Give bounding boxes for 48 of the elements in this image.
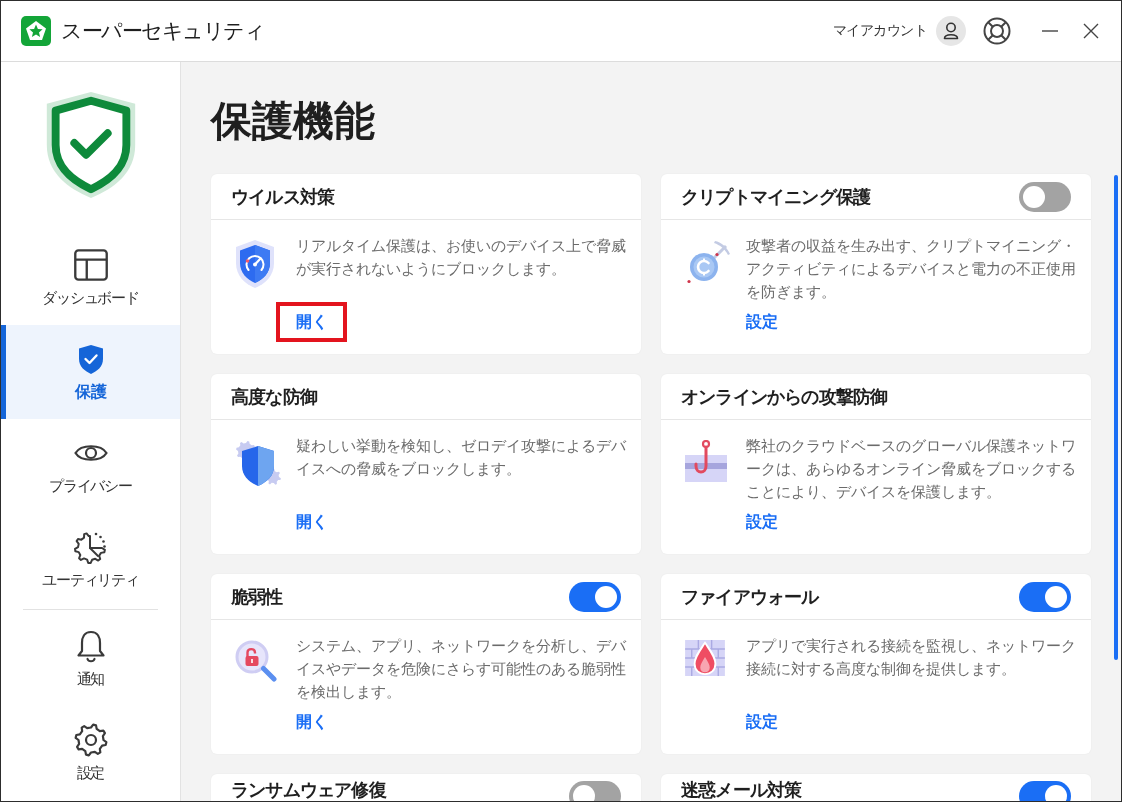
flame-wall-icon	[685, 640, 725, 676]
card-title: ウイルス対策	[231, 187, 335, 206]
card-link[interactable]: 設定	[746, 712, 778, 732]
magnifier-lock-icon	[235, 640, 277, 682]
coin-pickaxe-icon	[685, 240, 731, 284]
card-description: リアルタイム保護は、お使いのデバイス上で脅威が実行されないようにブロックします。	[296, 236, 626, 279]
close-icon[interactable]	[1083, 23, 1099, 39]
dashboard-icon	[73, 249, 108, 281]
sidebar-item[interactable]: ユーティリティ	[1, 513, 180, 607]
help-icon[interactable]	[983, 17, 1011, 45]
scrollbar-thumb[interactable]	[1114, 175, 1118, 660]
card-description: アプリで実行される接続を監視し、ネットワーク接続に対する高度な制御を提供します。	[746, 636, 1076, 679]
card-link[interactable]: 開く	[296, 712, 328, 732]
card-description: 疑わしい挙動を検知し、ゼロデイ攻撃によるデバイスへの脅威をブロックします。	[296, 436, 626, 479]
card-title: ランサムウェア修復	[231, 781, 386, 799]
card-title: ファイアウォール	[681, 587, 819, 606]
shield-gears-icon	[235, 440, 281, 486]
card-description: システム、アプリ、ネットワークを分析し、デバイスやデータを危険にさらす可能性のある脆弱性を検出します。	[296, 636, 626, 702]
avatar-icon	[936, 16, 966, 46]
sidebar-item[interactable]: ダッシュボード	[1, 231, 180, 325]
card-link[interactable]: 設定	[746, 312, 778, 332]
gear-clock-icon	[73, 530, 108, 564]
shield-gauge-icon	[235, 240, 275, 288]
card-title: 迷惑メール対策	[681, 781, 802, 799]
card-description: 弊社のクラウドベースのグローバル保護ネットワークは、あらゆるオンライン脅威をブロックすることにより、デバイスを保護します。	[746, 436, 1076, 502]
hook-icon	[685, 440, 727, 482]
settings-icon	[73, 723, 108, 757]
card-title: 高度な防御	[231, 387, 317, 406]
card-title: クリプトマイニング保護	[681, 187, 871, 206]
card-title: 脆弱性	[231, 587, 283, 606]
toggle-switch[interactable]	[1019, 581, 1071, 612]
bell-icon	[75, 629, 106, 663]
window-title: スーパーセキュリティ	[61, 18, 264, 44]
account-button[interactable]: マイアカウント	[832, 16, 966, 46]
shield-check-icon	[76, 343, 105, 375]
sidebar-item[interactable]: 設定	[1, 706, 180, 800]
card-title: オンラインからの攻撃防御	[681, 387, 888, 406]
card-link[interactable]: 設定	[746, 512, 778, 532]
card-link[interactable]: 開く	[296, 312, 328, 332]
card-link[interactable]: 開く	[296, 512, 328, 532]
sidebar-item[interactable]: 保護	[1, 325, 180, 419]
toggle-switch[interactable]	[1019, 181, 1071, 212]
star-logo-icon	[21, 16, 51, 46]
page-title: 保護機能	[211, 97, 375, 146]
sidebar-item[interactable]: 通知	[1, 612, 180, 706]
toggle-switch[interactable]	[569, 581, 621, 612]
sidebar-item[interactable]: プライバシー	[1, 419, 180, 513]
card-description: 攻撃者の収益を生み出す、クリプトマイニング・アクティビティによるデバイスと電力の不正使用を防ぎます。	[746, 236, 1076, 302]
